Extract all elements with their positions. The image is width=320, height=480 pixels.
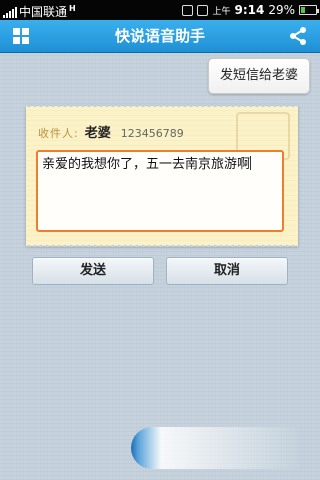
cancel-button[interactable]: 取消 [166, 257, 288, 285]
status-bar: 中国联通 H 上午 9:14 29% [0, 0, 320, 20]
message-textarea[interactable]: 亲爱的我想你了，五一去南京旅游啊 [36, 150, 284, 232]
battery-percent: 29% [268, 3, 295, 17]
carrier-name: 中国联通 [19, 5, 68, 19]
image-icon [197, 4, 209, 16]
notification-icon [182, 4, 194, 16]
recipient-name[interactable]: 老婆 [85, 122, 111, 141]
app-title-bar: 快说语音助手 [0, 20, 320, 53]
sms-preview-card: 收件人: 老婆 123456789 亲爱的我想你了，五一去南京旅游啊 [26, 105, 298, 247]
message-text: 亲爱的我想你了，五一去南京旅游啊 [42, 157, 251, 172]
clock: 9:14 [234, 3, 265, 17]
text-caret [250, 156, 252, 170]
recipient-row: 收件人: 老婆 123456789 [38, 122, 184, 141]
send-button[interactable]: 发送 [32, 257, 154, 285]
ampm-label: 上午 [212, 6, 231, 17]
battery-icon [299, 5, 319, 15]
signal-icon [3, 6, 17, 18]
card-edge-top [26, 105, 298, 109]
recipient-label: 收件人: [38, 127, 79, 140]
network-type-badge: H [69, 4, 76, 13]
recipient-number: 123456789 [120, 127, 184, 140]
share-icon[interactable] [288, 26, 308, 46]
voice-pull-handle[interactable] [131, 427, 301, 469]
user-message-bubble: 发短信给老婆 [208, 58, 310, 94]
card-edge-bottom [26, 243, 298, 247]
app-title: 快说语音助手 [114, 27, 205, 45]
